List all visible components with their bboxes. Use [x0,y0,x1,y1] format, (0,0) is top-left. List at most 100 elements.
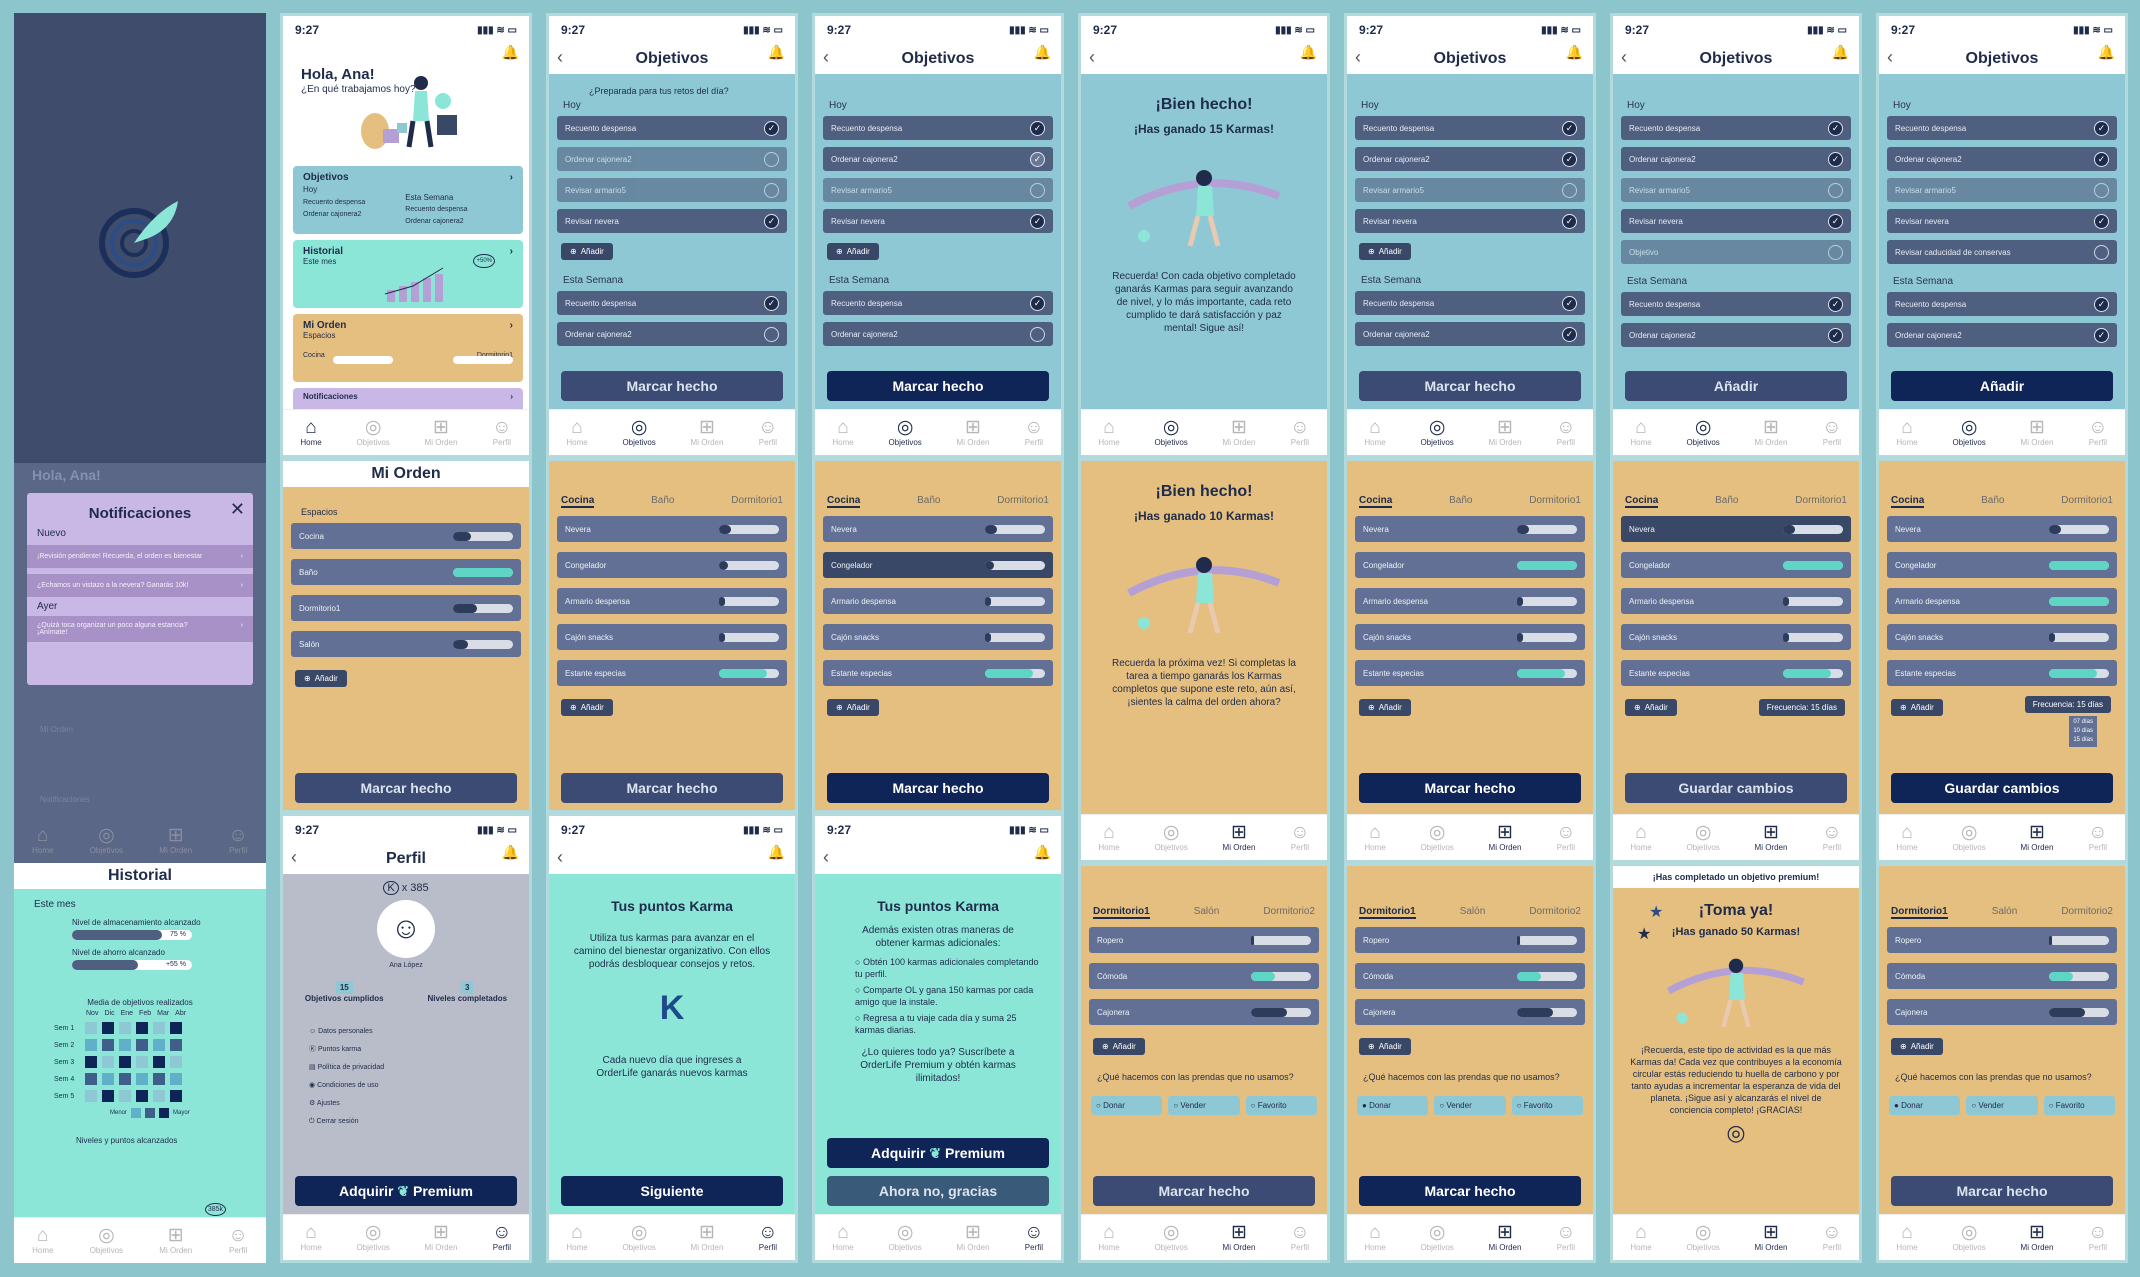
tab-goals[interactable]: ◎ Objetivos [622,418,655,448]
tab-profile[interactable]: ☺ Perfil [1556,1223,1575,1253]
add-button[interactable]: ⊕ Añadir [1093,1038,1145,1055]
tab-bano[interactable]: Baño [1449,495,1472,508]
goal-row[interactable]: Recuento despensa ✓ [1621,116,1851,140]
tab-home[interactable]: ⌂ Home [1364,418,1385,448]
goal-row[interactable]: Revisar nevera ✓ [1355,209,1585,233]
add-button[interactable]: ⊕ Añadir [1359,699,1411,716]
check-icon[interactable]: ✓ [2094,327,2109,343]
goal-row[interactable]: Revisar armario5 [557,178,787,202]
tab-profile[interactable]: ☺ Perfil [228,1226,247,1256]
check-icon[interactable]: ✓ [2094,213,2109,229]
item-row[interactable]: Nevera [557,516,787,542]
bell-icon[interactable]: 🔔 [502,844,519,861]
mark-done-button[interactable]: Marcar hecho [1359,1176,1581,1206]
item-row[interactable]: Congelador [1887,552,2117,578]
tab-bano[interactable]: Baño [1981,495,2004,508]
bell-icon[interactable]: 🔔 [502,44,519,61]
tab-profile[interactable]: ☺ Perfil [228,825,247,855]
item-row[interactable]: Armario despensa [1887,588,2117,614]
tab-goals[interactable]: ◎ Objetivos [622,1223,655,1253]
check-icon[interactable]: ✓ [2094,120,2109,136]
item-row[interactable]: Armario despensa [557,588,787,614]
tab-home[interactable]: ⌂ Home [832,1223,853,1253]
tab-goals[interactable]: ◎ Objetivos [90,825,123,855]
goal-row[interactable]: Revisar nevera ✓ [557,209,787,233]
mark-done-button[interactable]: Marcar hecho [827,773,1049,803]
item-row[interactable]: Cajonera [1089,999,1319,1025]
tab-order[interactable]: ⊞ Mi Orden [1755,418,1788,448]
tab-goals[interactable]: ◎ Objetivos [1686,823,1719,853]
goal-row[interactable]: Ordenar cajonera2 ✓ [1621,323,1851,347]
back-icon[interactable]: ‹ [823,47,829,68]
tab-order[interactable]: ⊞ Mi Orden [1223,418,1256,448]
tab-goals[interactable]: ◎ Objetivos [888,418,921,448]
no-thanks-button[interactable]: Ahora no, gracias [827,1176,1049,1206]
add-button[interactable]: ⊕ Añadir [1359,1038,1411,1055]
check-icon[interactable] [764,326,779,342]
goal-row[interactable]: Ordenar cajonera2 [557,147,787,171]
goal-row[interactable]: Recuento despensa ✓ [823,116,1053,140]
tab-home[interactable]: ⌂ Home [566,418,587,448]
frequency-option[interactable]: 10 días [2073,727,2093,736]
tab-dormitorio[interactable]: Dormitorio1 [1795,495,1847,508]
add-button[interactable]: ⊕ Añadir [1625,699,1677,716]
tab-cocina[interactable]: Cocina [561,495,595,508]
bell-icon[interactable]: 🔔 [768,44,785,61]
next-button[interactable]: Siguiente [561,1176,783,1206]
objetivos-card[interactable]: Objetivos › Hoy Recuento despensa Ordenar c… [293,166,523,234]
tab-salon[interactable]: Salón [1194,906,1220,919]
goal-row[interactable]: Ordenar cajonera2 ✓ [1355,147,1585,171]
tab-home[interactable]: ⌂ Home [1364,823,1385,853]
goal-row[interactable]: Recuento despensa ✓ [1355,116,1585,140]
item-row[interactable]: Congelador [823,552,1053,578]
tab-profile[interactable]: ☺ Perfil [2088,1223,2107,1253]
check-icon[interactable]: ✓ [1030,120,1045,136]
goal-row[interactable]: Recuento despensa ✓ [1887,116,2117,140]
tab-salon[interactable]: Salón [1460,906,1486,919]
save-changes-button[interactable]: Guardar cambios [1625,773,1847,803]
item-row[interactable]: Cajón snacks [823,624,1053,650]
tab-home[interactable]: ⌂ Home [832,418,853,448]
item-row[interactable]: Cómoda [1089,963,1319,989]
tab-home[interactable]: ⌂ Home [1630,823,1651,853]
tab-cocina[interactable]: Cocina [1625,495,1659,508]
add-button[interactable]: ⊕ Añadir [561,243,613,260]
frequency-option[interactable]: 15 días [2073,736,2093,745]
back-icon[interactable]: ‹ [1089,47,1095,68]
tab-goals[interactable]: ◎ Objetivos [1154,418,1187,448]
tab-dormitorio[interactable]: Dormitorio1 [1529,495,1581,508]
tab-home[interactable]: ⌂ Home [32,825,53,855]
tab-order[interactable]: ⊞ Mi Orden [1223,1223,1256,1253]
goal-row[interactable]: Recuento despensa ✓ [1355,291,1585,315]
item-row[interactable]: Nevera [1887,516,2117,542]
close-icon[interactable]: ✕ [230,499,245,520]
favorite-option[interactable]: ○ Favorito [1245,1096,1317,1115]
add-button[interactable]: ⊕ Añadir [1359,243,1411,260]
tab-home[interactable]: ⌂ Home [1896,1223,1917,1253]
tab-goals[interactable]: ◎ Objetivos [1952,418,1985,448]
item-row[interactable]: Estante especias [557,660,787,686]
notification-item[interactable]: ¡Revisión pendiente! Recuerda, el orden … [27,545,253,568]
tab-home[interactable]: ⌂ Home [1098,1223,1119,1253]
add-goal-button[interactable]: Añadir [1891,371,2113,401]
goal-row[interactable]: Revisar armario5 [823,178,1053,202]
tab-dormitorio2[interactable]: Dormitorio2 [1263,906,1315,919]
tab-order[interactable]: ⊞ Mi Orden [1489,418,1522,448]
save-changes-button[interactable]: Guardar cambios [1891,773,2113,803]
tab-profile[interactable]: ☺ Perfil [1556,823,1575,853]
tab-profile[interactable]: ☺ Perfil [1290,823,1309,853]
tab-order[interactable]: ⊞ Mi Orden [1489,1223,1522,1253]
item-row[interactable]: Nevera [1621,516,1851,542]
goal-row[interactable]: Ordenar cajonera2 ✓ [1887,147,2117,171]
tab-cocina[interactable]: Cocina [1359,495,1393,508]
check-icon[interactable]: ✓ [1030,151,1045,167]
check-icon[interactable]: ✓ [1828,327,1843,343]
back-icon[interactable]: ‹ [557,847,563,868]
add-button[interactable]: ⊕ Añadir [1891,1038,1943,1055]
tab-order[interactable]: ⊞ Mi Orden [1223,823,1256,853]
mark-done-button[interactable]: Marcar hecho [295,773,517,803]
favorite-option[interactable]: ○ Favorito [2043,1096,2115,1115]
item-row[interactable]: Armario despensa [823,588,1053,614]
goal-row[interactable]: Recuento despensa ✓ [1621,292,1851,316]
space-row[interactable]: Baño [291,559,521,585]
